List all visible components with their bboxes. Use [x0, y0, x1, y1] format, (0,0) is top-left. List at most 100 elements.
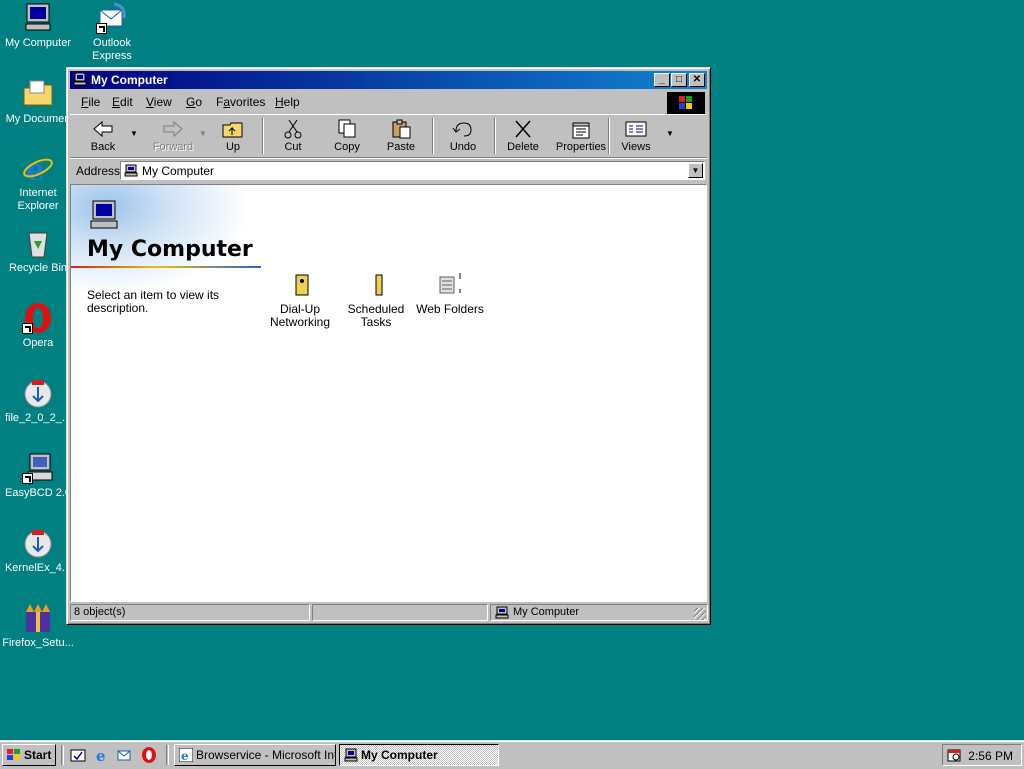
windows-logo-icon [667, 92, 705, 114]
windows-logo-icon [6, 748, 22, 762]
address-bar: Address My Computer ▼ [70, 158, 707, 183]
copy-button[interactable]: Copy [324, 117, 370, 155]
properties-icon [570, 119, 592, 139]
installer-icon [22, 377, 54, 409]
desktop-icon-firefox-setup[interactable]: Firefox_Setu... [0, 602, 76, 650]
taskbar: Start e e Browservice - Microsoft Int...… [0, 740, 1024, 769]
title-bar[interactable]: My Computer _ □ ✕ [70, 71, 707, 89]
menu-favorites[interactable]: Favorites [216, 95, 265, 109]
address-dropdown-button[interactable]: ▼ [688, 163, 703, 178]
forward-button[interactable]: Forward [143, 117, 203, 155]
installer-icon [22, 527, 54, 559]
back-dropdown-icon[interactable]: ▼ [130, 129, 138, 138]
cut-button[interactable]: Cut [270, 117, 316, 155]
desktop-icon-my-computer[interactable]: My Computer [0, 2, 76, 50]
forward-arrow-icon [162, 119, 184, 139]
delete-x-icon [512, 119, 534, 139]
my-computer-icon [87, 199, 121, 233]
views-button[interactable]: Views [616, 117, 656, 155]
menu-go[interactable]: Go [186, 95, 202, 109]
opera-icon[interactable] [141, 747, 157, 763]
minimize-button[interactable]: _ [654, 73, 670, 87]
resize-grip[interactable] [694, 608, 706, 620]
back-arrow-icon [92, 119, 114, 139]
toolbar-separator [432, 118, 434, 154]
desktop-icon-file-installer[interactable]: file_2_0_2_... [0, 377, 76, 425]
dial-up-networking-icon [284, 269, 316, 301]
toolbar-separator [608, 118, 610, 154]
shortcut-arrow-icon [22, 323, 33, 334]
views-dropdown-icon[interactable]: ▼ [666, 129, 674, 138]
toolbar-separator [262, 118, 264, 154]
task-button-my-computer[interactable]: My Computer [339, 744, 499, 766]
menu-edit[interactable]: Edit [112, 95, 133, 109]
menu-view[interactable]: View [146, 95, 172, 109]
desktop-icon-recycle-bin[interactable]: Recycle Bin [0, 227, 76, 275]
maximize-button[interactable]: □ [671, 73, 687, 87]
desktop-icon-my-documents[interactable]: My Documen [0, 78, 76, 126]
shortcut-arrow-icon [96, 23, 107, 34]
internet-explorer-icon: e [178, 747, 194, 763]
svg-text:e: e [26, 153, 45, 184]
status-bar: 8 object(s) My Computer [70, 603, 708, 621]
task-button-browservice[interactable]: e Browservice - Microsoft Int... [174, 744, 336, 766]
forward-dropdown-icon[interactable]: ▼ [199, 129, 207, 138]
start-button[interactable]: Start [2, 744, 56, 766]
my-computer-icon [73, 72, 87, 86]
toolbar-separator [494, 118, 496, 154]
delete-button[interactable]: Delete [500, 117, 546, 155]
desktop-icon-outlook-express[interactable]: Outlook Express [74, 2, 150, 63]
menu-help[interactable]: Help [275, 95, 300, 109]
desktop-icon-opera[interactable]: Opera [0, 302, 76, 350]
up-button[interactable]: Up [212, 117, 254, 155]
undo-icon [452, 119, 474, 139]
web-folders-icon [434, 269, 466, 301]
menu-file[interactable]: File [81, 95, 100, 109]
clock[interactable]: 2:56 PM [968, 749, 1013, 763]
opera-icon [22, 302, 54, 334]
quick-launch-separator [61, 745, 64, 765]
my-computer-window[interactable]: My Computer _ □ ✕ File Edit View Go Favo… [66, 67, 711, 625]
copy-icon [336, 119, 358, 139]
my-computer-icon [344, 748, 358, 762]
scheduled-tasks-icon [360, 269, 392, 301]
window-title: My Computer [91, 73, 168, 87]
desktop-icon-internet-explorer[interactable]: e Internet Explorer [0, 152, 76, 213]
quick-launch-separator [166, 745, 169, 765]
views-icon [625, 119, 647, 139]
status-location: My Computer [490, 604, 708, 621]
svg-text:e: e [96, 747, 106, 763]
paste-button[interactable]: Paste [378, 117, 424, 155]
task-scheduler-tray-icon[interactable] [947, 748, 961, 762]
outlook-express-icon[interactable] [117, 747, 133, 763]
folder-view[interactable]: My Computer Select an item to view its d… [70, 184, 707, 602]
folder-item-scheduled-tasks[interactable]: Scheduled Tasks [339, 269, 413, 329]
paste-clipboard-icon [390, 119, 412, 139]
status-object-count: 8 object(s) [70, 604, 310, 621]
desktop-icon-easybcd[interactable]: EasyBCD 2.0 [0, 452, 76, 500]
back-button[interactable]: Back [78, 117, 128, 155]
firefox-setup-icon [22, 602, 54, 634]
my-computer-icon [124, 164, 138, 177]
show-desktop-icon[interactable] [70, 747, 86, 763]
scissors-icon [282, 119, 304, 139]
pane-description: Select an item to view its description. [87, 288, 220, 315]
internet-explorer-icon[interactable]: e [94, 747, 110, 765]
undo-button[interactable]: Undo [440, 117, 486, 155]
standard-toolbar: Back ▼ Forward ▼ Up Cut Copy Paste Undo [70, 114, 707, 158]
desktop-icon-kernelex-installer[interactable]: KernelEx_4... [0, 527, 76, 575]
my-computer-icon [22, 2, 54, 34]
folder-item-web-folders[interactable]: Web Folders [413, 269, 487, 316]
my-computer-icon [495, 606, 509, 619]
my-documents-folder-icon [22, 78, 54, 110]
up-folder-icon [222, 119, 244, 139]
recycle-bin-icon [22, 227, 54, 259]
address-label: Address [76, 164, 121, 178]
folder-item-dial-up-networking[interactable]: Dial-Up Networking [263, 269, 337, 329]
address-field[interactable]: My Computer ▼ [120, 161, 705, 180]
properties-button[interactable]: Properties [550, 117, 612, 155]
internet-explorer-icon: e [22, 152, 54, 188]
outlook-express-icon [96, 2, 128, 34]
system-tray: 2:56 PM [942, 744, 1022, 766]
close-button[interactable]: ✕ [689, 73, 705, 87]
